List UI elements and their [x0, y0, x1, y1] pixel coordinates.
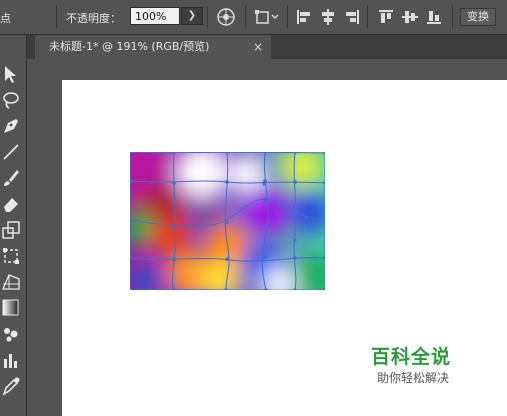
globe-icon[interactable] — [216, 7, 236, 27]
watermark-subtitle: 助你轻松解决 — [377, 371, 450, 385]
align-top-icon[interactable] — [376, 7, 396, 27]
document-tab-bar: 未标题-1* @ 191% (RGB/预览) × — [27, 35, 507, 59]
paintbrush-tool-icon[interactable] — [0, 167, 22, 189]
scale-tool-icon[interactable] — [0, 219, 22, 241]
opacity-input[interactable]: 100% — [130, 7, 180, 25]
document-tab-title: 未标题-1* @ 191% (RGB/预览) — [49, 40, 210, 53]
align-bottom-icon[interactable] — [424, 7, 444, 27]
separator — [452, 6, 453, 28]
align-horizontal-center-icon[interactable] — [318, 7, 338, 27]
document-tab[interactable]: 未标题-1* @ 191% (RGB/预览) × — [35, 35, 271, 59]
align-right-icon[interactable] — [342, 7, 362, 27]
eraser-tool-icon[interactable] — [0, 193, 22, 215]
transform-each-icon[interactable] — [254, 7, 280, 27]
symbol-sprayer-tool-icon[interactable] — [0, 323, 22, 345]
partial-label: 点 — [0, 12, 11, 25]
pen-tool-icon[interactable] — [0, 115, 22, 137]
perspective-grid-tool-icon[interactable] — [0, 271, 22, 293]
watermark-title: 百科全说 — [371, 346, 452, 368]
align-vertical-center-icon[interactable] — [400, 7, 420, 27]
separator — [207, 6, 208, 28]
close-icon[interactable]: × — [253, 35, 263, 59]
transform-button[interactable]: 变换 — [460, 8, 496, 26]
graph-tool-icon[interactable] — [0, 349, 22, 371]
separator — [287, 6, 288, 28]
tools-panel — [0, 35, 27, 416]
eyedropper-tool-icon[interactable] — [0, 375, 22, 397]
selection-tool-icon[interactable] — [0, 63, 22, 85]
opacity-dropdown-button[interactable]: ❯ — [181, 7, 203, 25]
gradient-tool-icon[interactable] — [0, 297, 22, 319]
separator — [245, 6, 246, 28]
separator — [56, 6, 57, 28]
opacity-label: 不透明度： — [66, 12, 121, 25]
separator — [367, 6, 368, 28]
lasso-tool-icon[interactable] — [0, 89, 22, 111]
align-left-icon[interactable] — [294, 7, 314, 27]
line-tool-icon[interactable] — [0, 141, 22, 163]
control-bar: 点 不透明度： 100% ❯ 变换 — [0, 0, 507, 35]
free-transform-tool-icon[interactable] — [0, 245, 22, 267]
gradient-mesh-object[interactable] — [130, 152, 325, 290]
